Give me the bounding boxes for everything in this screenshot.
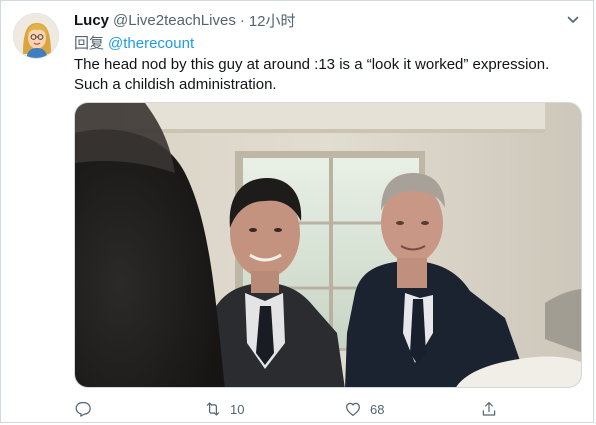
user-handle[interactable]: @Live2teachLives [113, 12, 236, 29]
avatar[interactable] [13, 13, 59, 59]
like-button[interactable]: 68 [344, 397, 384, 421]
like-count: 68 [370, 401, 385, 417]
tweet-card[interactable]: Lucy @Live2teachLives · 12小时 回复 @therecou… [0, 0, 594, 423]
reply-mention-link[interactable]: @therecount [108, 35, 194, 52]
like-icon [346, 402, 360, 416]
tweet-text-line: Such a childish administration. [74, 76, 277, 93]
video-frame-image [75, 103, 581, 387]
tweet-actions: 10 68 [74, 397, 514, 421]
separator-dot: · [239, 11, 245, 29]
retweet-icon [206, 402, 220, 416]
reply-icon [75, 402, 91, 417]
share-icon [482, 402, 496, 416]
reply-context: 回复 @therecount [74, 32, 194, 53]
display-name[interactable]: Lucy [74, 12, 109, 29]
more-options-button[interactable] [563, 10, 583, 30]
reply-button[interactable] [74, 397, 92, 421]
tweet-text-line: The head nod by this guy at around :13 i… [74, 56, 550, 73]
tweet-header: Lucy @Live2teachLives · 12小时 [74, 10, 577, 30]
reply-prefix: 回复 [74, 35, 105, 52]
avatar-image [14, 14, 58, 58]
video-thumbnail[interactable] [74, 102, 582, 388]
tweet-text: The head nod by this guy at around :13 i… [74, 55, 574, 95]
share-button[interactable] [480, 397, 498, 421]
timestamp[interactable]: 12小时 [249, 10, 296, 31]
chevron-down-icon [567, 16, 579, 23]
retweet-button[interactable]: 10 [204, 397, 244, 421]
retweet-count: 10 [230, 401, 245, 417]
